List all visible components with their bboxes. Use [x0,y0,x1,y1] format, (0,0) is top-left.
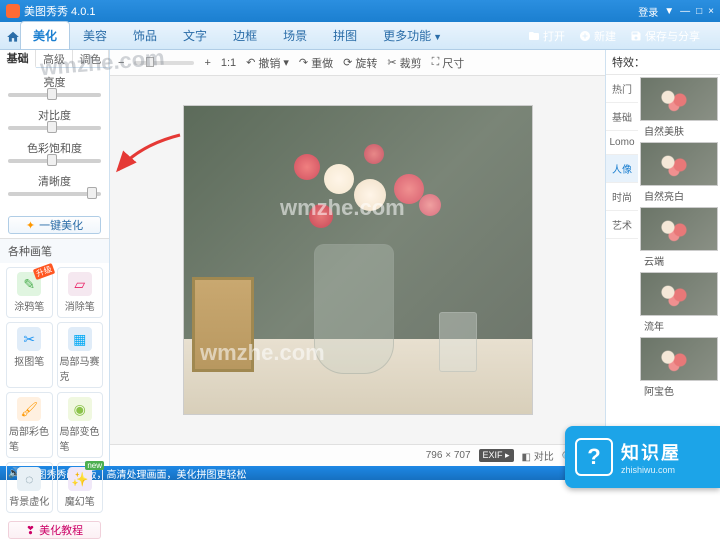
home-icon[interactable] [6,30,20,49]
subtab-color[interactable]: 调色 [73,50,109,67]
open-button[interactable]: 打开 [528,28,565,44]
mosaic-icon: ▦ [68,327,92,351]
brand-url: zhishiwu.com [621,465,681,475]
fx-item-natural-skin[interactable]: 自然美肤 [640,77,718,140]
fx-cat-portrait[interactable]: 人像 [606,155,638,183]
exif-button[interactable]: EXIF ▸ [479,449,514,462]
effects-panel: 特效： 热门 基础 Lomo 人像 时尚 艺术 自然美肤 自然亮白 云端 流年 … [605,50,720,466]
tab-puzzle[interactable]: 拼图 [320,21,370,49]
heart-icon: ❣ [26,524,35,537]
image-dimensions: 796 × 707 [426,450,471,461]
canvas-toolbar: − + 1:1 ↶ 撤销 ▾ ↷ 重做 ⟳ 旋转 ✂ 裁剪 ⛶ 尺寸 [110,50,605,76]
fx-item-natural-bright[interactable]: 自然亮白 [640,142,718,205]
zoom-out-button[interactable]: − [118,57,124,69]
scissors-icon: ✂ [17,327,41,351]
titlebar-menu[interactable]: ▼ [664,6,674,17]
left-panel: 基础 高级 调色 亮度 对比度 色彩饱和度 清晰度 ✦ 一键美化 [0,50,110,466]
login-link[interactable]: 登录 [638,4,658,19]
palette-icon: ◉ [68,397,92,421]
tab-scene[interactable]: 场景 [270,21,320,49]
zoom-slider[interactable] [134,61,194,65]
tab-text[interactable]: 文字 [170,21,220,49]
fx-cat-lomo[interactable]: Lomo [606,131,638,155]
blur-icon: ◌ [17,467,41,491]
slider-contrast: 对比度 [8,107,101,130]
size-button[interactable]: ⛶ 尺寸 [432,55,465,71]
one-click-beautify-button[interactable]: ✦ 一键美化 [8,216,101,234]
tab-accessory[interactable]: 饰品 [120,21,170,49]
brightness-slider[interactable] [8,93,101,97]
undo-button[interactable]: ↶ 撤销 ▾ [246,55,289,71]
tab-cosmetic[interactable]: 美容 [70,21,120,49]
zoom-in-button[interactable]: + [204,57,210,69]
minimize-button[interactable]: — [680,6,690,17]
canvas-area[interactable] [110,76,605,444]
file-toolbar: 打开 新建 保存与分享 [522,22,720,50]
brush-colorize[interactable]: 🖌局部彩色笔 [6,392,53,458]
tab-more[interactable]: 更多功能▼ [370,21,455,49]
tab-beautify[interactable]: 美化 [20,21,70,49]
redo-button[interactable]: ↷ 重做 [299,55,333,71]
new-button[interactable]: 新建 [579,28,616,44]
subtab-basic[interactable]: 基础 [0,50,36,68]
brush-section-title: 各种画笔 [0,238,109,263]
crop-button[interactable]: ✂ 裁剪 [387,55,421,71]
effects-header: 特效： [606,50,720,75]
maximize-button[interactable]: □ [696,6,702,17]
subtab-advanced[interactable]: 高级 [36,50,72,67]
slider-saturation: 色彩饱和度 [8,140,101,163]
brush-blur[interactable]: ◌背景虚化 [6,462,53,513]
save-share-button[interactable]: 保存与分享 [630,28,700,44]
app-logo-icon [6,4,20,18]
brush-doodle[interactable]: 升级✎涂鸦笔 [6,267,53,318]
zoom-fit-button[interactable]: 1:1 [221,57,236,69]
tutorial-button[interactable]: ❣ 美化教程 [8,521,101,539]
close-button[interactable]: × [708,6,714,17]
brush-erase[interactable]: ▱消除笔 [57,267,104,318]
app-title: 美图秀秀 4.0.1 [24,3,96,19]
fx-cat-hot[interactable]: 热门 [606,75,638,103]
slider-brightness: 亮度 [8,74,101,97]
canvas-panel: − + 1:1 ↶ 撤销 ▾ ↷ 重做 ⟳ 旋转 ✂ 裁剪 ⛶ 尺寸 [110,50,605,466]
brush-mosaic[interactable]: ▦局部马赛克 [57,322,104,388]
tab-frame[interactable]: 边框 [220,21,270,49]
fx-item-abao[interactable]: 阿宝色 [640,337,718,400]
brush-magic[interactable]: new✨魔幻笔 [57,462,104,513]
compare-button[interactable]: ◧ 对比 [522,448,554,463]
sharpness-slider[interactable] [8,192,101,196]
fx-cat-basic[interactable]: 基础 [606,103,638,131]
brush-icon: 🖌 [17,397,41,421]
magic-icon: ✨ [68,467,92,491]
brand-name: 知识屋 [621,439,681,465]
titlebar: 美图秀秀 4.0.1 登录 ▼ — □ × [0,0,720,22]
fx-item-years[interactable]: 流年 [640,272,718,335]
working-image [183,105,533,415]
saturation-slider[interactable] [8,159,101,163]
fx-item-cloud[interactable]: 云端 [640,207,718,270]
question-icon: ? [575,438,613,476]
canvas-statusbar: 796 × 707 EXIF ▸ ◧ 对比 🔍 预览 [110,444,605,466]
eraser-icon: ▱ [68,272,92,296]
subtabs: 基础 高级 调色 [0,50,109,68]
rotate-button[interactable]: ⟳ 旋转 [343,55,377,71]
brand-badge[interactable]: ? 知识屋 zhishiwu.com [565,426,720,488]
brush-cutout[interactable]: ✂抠图笔 [6,322,53,388]
fx-cat-art[interactable]: 艺术 [606,211,638,239]
fx-cat-fashion[interactable]: 时尚 [606,183,638,211]
brush-recolor[interactable]: ◉局部变色笔 [57,392,104,458]
slider-sharpness: 清晰度 [8,173,101,196]
wand-icon: ✦ [26,219,35,232]
contrast-slider[interactable] [8,126,101,130]
